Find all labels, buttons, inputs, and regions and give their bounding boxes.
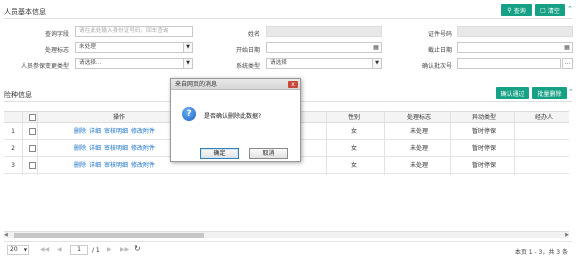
total-pages: / 1 xyxy=(92,247,100,254)
batch-no-label: 确认批次号 xyxy=(421,63,452,70)
detail-link[interactable]: 详细 xyxy=(89,162,101,169)
change-type-label: 人员参保变更类型 xyxy=(20,63,69,70)
clear-icon: □ xyxy=(540,6,546,14)
audit-link[interactable]: 审核明细 xyxy=(104,162,128,169)
collapse-icon[interactable]: ⌃ xyxy=(568,88,574,96)
sys-type-select[interactable]: 请选择 ▼ xyxy=(266,58,382,69)
header-status: 处理标志 xyxy=(406,114,431,121)
scroll-left-icon[interactable]: ◀ xyxy=(4,232,8,238)
last-page-icon[interactable]: ▶▶ xyxy=(120,246,129,253)
change-type-select[interactable]: 请选择... ▼ xyxy=(75,58,193,69)
calendar-icon[interactable]: ▦ xyxy=(563,43,571,52)
collapse-icon[interactable]: ⌃ xyxy=(567,5,573,13)
first-page-icon[interactable]: ◀◀ xyxy=(40,246,49,253)
pagination-bar: 20 ▼ ◀◀ ◀ 1 / 1 ▶ ▶▶ ↻ 本页 1 - 3，共 3 条 xyxy=(4,241,572,257)
row-checkbox[interactable] xyxy=(29,162,36,169)
header-handler: 经办人 xyxy=(534,114,553,121)
confirm-pass-button[interactable]: 确认通过 xyxy=(496,87,529,99)
chevron-down-icon: ▼ xyxy=(372,59,381,68)
end-date-label: 截止日期 xyxy=(427,47,452,54)
chevron-down-icon: ▼ xyxy=(183,43,192,52)
edit-attachment-link[interactable]: 修改附件 xyxy=(131,145,155,152)
row-checkbox[interactable] xyxy=(29,145,36,152)
sys-type-label: 系统类型 xyxy=(235,63,260,70)
status-select[interactable]: 未处理 ▼ xyxy=(75,42,193,53)
basic-info-title: 人员基本信息 xyxy=(4,8,46,16)
audit-link[interactable]: 审核明细 xyxy=(104,145,128,152)
batch-delete-button[interactable]: 批量删除 xyxy=(532,87,567,99)
detail-link[interactable]: 详细 xyxy=(89,128,101,135)
detail-link[interactable]: 详细 xyxy=(89,145,101,152)
header-operation: 操作 xyxy=(112,114,125,121)
query-field-input[interactable]: 请在此处输入身份证号码，回车查询 xyxy=(75,26,193,37)
edit-attachment-link[interactable]: 修改附件 xyxy=(131,128,155,135)
id-no-label: 证件号码 xyxy=(427,31,452,38)
insurance-info-title: 险种信息 xyxy=(4,91,32,99)
select-all-checkbox[interactable] xyxy=(29,114,36,121)
start-date-label: 开始日期 xyxy=(235,47,260,54)
cancel-button[interactable]: 取消 xyxy=(249,148,288,159)
confirm-dialog: 来自网页的消息 x ? 是否确认删除此数据? 确定 取消 xyxy=(170,78,301,162)
dialog-message: 是否确认删除此数据? xyxy=(204,113,262,120)
search-icon: ⚲ xyxy=(507,6,512,14)
name-input[interactable] xyxy=(266,26,382,37)
delete-link[interactable]: 删除 xyxy=(74,128,86,135)
batch-no-input[interactable] xyxy=(457,58,561,69)
next-page-icon[interactable]: ▶ xyxy=(107,246,112,253)
delete-link[interactable]: 删除 xyxy=(74,145,86,152)
prev-page-icon[interactable]: ◀ xyxy=(57,246,62,253)
dialog-title: 来自网页的消息 xyxy=(171,79,300,90)
clear-button[interactable]: □ 清空 xyxy=(535,4,565,16)
calendar-icon[interactable]: ▦ xyxy=(372,43,380,52)
audit-link[interactable]: 审核明细 xyxy=(104,128,128,135)
end-date-input[interactable]: ▦ xyxy=(457,42,573,53)
page-number-input[interactable]: 1 xyxy=(70,245,88,255)
scrollbar-thumb[interactable] xyxy=(14,233,204,238)
ok-button[interactable]: 确定 xyxy=(200,148,239,159)
chevron-down-icon: ▼ xyxy=(183,59,192,68)
edit-attachment-link[interactable]: 修改附件 xyxy=(131,162,155,169)
status-label: 处理标志 xyxy=(44,47,69,54)
scroll-right-icon[interactable]: ▶ xyxy=(565,232,569,238)
name-label: 姓名 xyxy=(247,31,260,38)
page-summary: 本页 1 - 3，共 3 条 xyxy=(514,249,568,256)
refresh-icon[interactable]: ↻ xyxy=(134,244,141,253)
query-field-label: 查询字段 xyxy=(44,31,69,38)
more-icon[interactable]: ... xyxy=(562,58,573,69)
question-icon: ? xyxy=(182,107,196,121)
delete-link[interactable]: 删除 xyxy=(74,162,86,169)
start-date-input[interactable]: ▦ xyxy=(266,42,382,53)
query-button[interactable]: ⚲ 查询 xyxy=(501,4,532,16)
close-icon[interactable]: x xyxy=(288,81,298,88)
page-size-select[interactable]: 20 ▼ xyxy=(7,245,29,255)
header-change-type: 异动类型 xyxy=(471,114,496,121)
header-gender: 性别 xyxy=(347,114,360,121)
row-checkbox[interactable] xyxy=(29,128,36,135)
horizontal-scrollbar[interactable]: ◀ ▶ xyxy=(4,231,569,238)
chevron-down-icon: ▼ xyxy=(23,247,27,252)
id-no-input[interactable] xyxy=(457,26,573,37)
